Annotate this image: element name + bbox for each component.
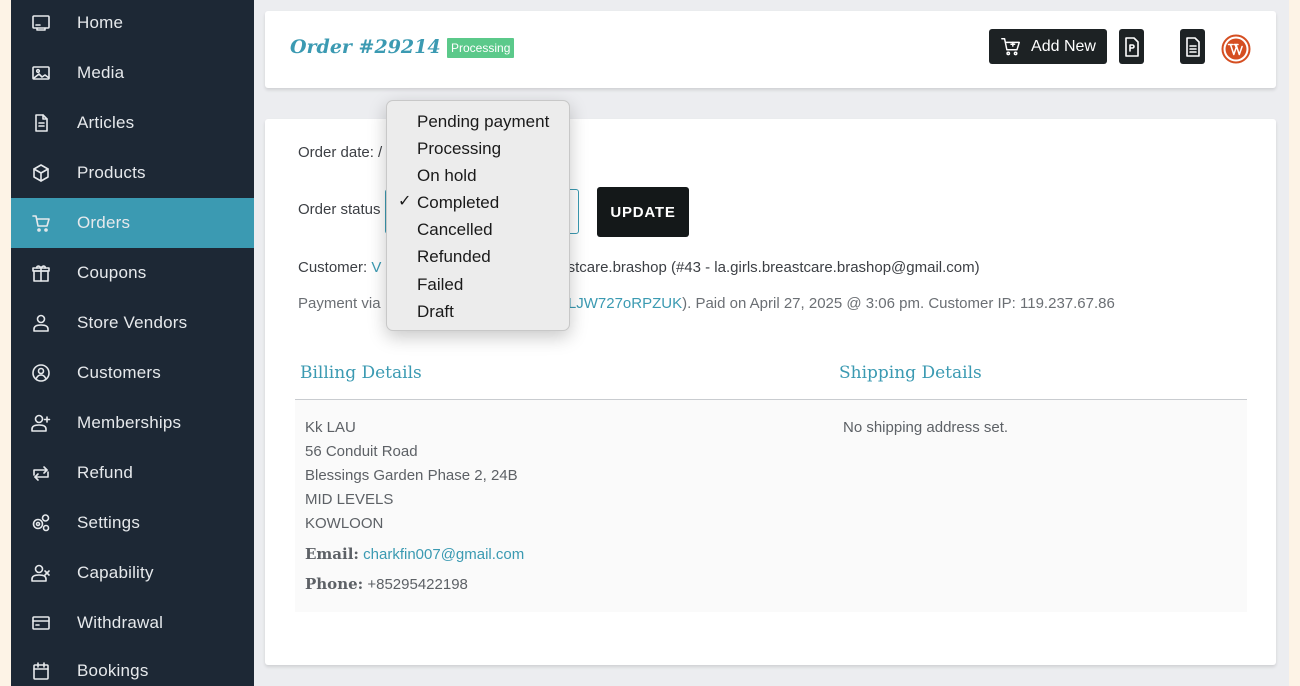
sidebar-item-capability[interactable]: Capability (11, 548, 254, 598)
sidebar-item-label: Articles (77, 113, 135, 132)
update-button[interactable]: UPDATE (597, 187, 689, 237)
document-icon (31, 113, 51, 133)
sidebar-item-label: Withdrawal (77, 613, 164, 632)
sidebar: Home Media Articles Products Orders Coup… (11, 0, 254, 686)
billing-email: Email: charkfin007@gmail.com (305, 545, 524, 563)
user-plus-icon (31, 413, 51, 433)
sidebar-item-bookings[interactable]: Bookings (11, 646, 254, 686)
status-option-failed[interactable]: Failed (417, 271, 463, 298)
sidebar-item-articles[interactable]: Articles (11, 98, 254, 148)
user-icon (31, 313, 51, 333)
cart-icon (31, 213, 51, 233)
sidebar-item-memberships[interactable]: Memberships (11, 398, 254, 448)
status-option-on-hold[interactable]: On hold (417, 162, 477, 189)
status-option-pending-payment[interactable]: Pending payment (417, 108, 549, 135)
sidebar-item-label: Products (77, 163, 146, 182)
add-new-button[interactable]: Add New (989, 29, 1107, 64)
billing-phone: Phone: +85295422198 (305, 575, 468, 593)
order-header: Order #29214 Processing Add New (265, 11, 1276, 88)
cart-icon (1001, 37, 1021, 55)
app-frame: Home Media Articles Products Orders Coup… (11, 0, 1289, 686)
add-new-label: Add New (1031, 37, 1096, 55)
billing-address-line: KOWLOON (305, 515, 384, 532)
sidebar-item-settings[interactable]: Settings (11, 498, 254, 548)
sidebar-item-orders[interactable]: Orders (11, 198, 254, 248)
billing-name: Kk LAU (305, 419, 356, 436)
sidebar-item-label: Orders (77, 213, 131, 232)
user-circle-icon (31, 363, 51, 383)
sidebar-item-label: Store Vendors (77, 313, 188, 332)
billing-address-line: 56 Conduit Road (305, 443, 418, 460)
sidebar-item-label: Capability (77, 563, 154, 582)
sidebar-item-label: Media (77, 63, 125, 82)
sidebar-item-label: Memberships (77, 413, 182, 432)
status-option-completed[interactable]: Completed (417, 189, 499, 216)
order-date-label: Order date: / (298, 144, 383, 161)
sidebar-item-withdrawal[interactable]: Withdrawal (11, 598, 254, 648)
status-option-cancelled[interactable]: Cancelled (417, 216, 493, 243)
email-label: Email: (305, 545, 359, 563)
customer-prefix: Customer: (298, 259, 372, 276)
email-link[interactable]: charkfin007@gmail.com (363, 546, 524, 563)
sidebar-item-label: Refund (77, 463, 134, 482)
monitor-icon (31, 13, 51, 33)
phone-value: +85295422198 (367, 576, 468, 593)
sidebar-item-label: Home (77, 13, 124, 32)
refund-arrows-icon (31, 463, 51, 483)
shipping-details-title: Shipping Details (839, 363, 982, 383)
order-status-dropdown: Pending payment Processing On hold ✓ Com… (386, 100, 570, 331)
image-icon (31, 63, 51, 83)
sidebar-item-label: Bookings (77, 661, 149, 680)
order-status-label: Order status (298, 201, 381, 218)
status-badge: Processing (447, 38, 515, 58)
phone-label: Phone: (305, 575, 364, 593)
billing-address-line: Blessings Garden Phase 2, 24B (305, 467, 518, 484)
sidebar-item-products[interactable]: Products (11, 148, 254, 198)
gears-icon (31, 513, 51, 533)
sidebar-item-label: Coupons (77, 263, 147, 282)
user-x-icon (31, 563, 51, 583)
credit-card-icon (31, 613, 51, 633)
pdf-invoice-button[interactable] (1119, 29, 1144, 64)
gift-icon (31, 263, 51, 283)
customer-link[interactable]: V (371, 259, 381, 276)
pdf-document-icon (1124, 36, 1139, 57)
payment-details: ). Paid on April 27, 2025 @ 3:06 pm. Cus… (682, 295, 1115, 312)
sidebar-item-home[interactable]: Home (11, 0, 254, 48)
packing-slip-button[interactable] (1180, 29, 1205, 64)
shipping-empty-text: No shipping address set. (843, 419, 1009, 436)
sidebar-item-label: Settings (77, 513, 141, 532)
sidebar-item-coupons[interactable]: Coupons (11, 248, 254, 298)
sidebar-item-store-vendors[interactable]: Store Vendors (11, 298, 254, 348)
billing-address-line: MID LEVELS (305, 491, 394, 508)
status-option-processing[interactable]: Processing (417, 135, 501, 162)
sidebar-item-media[interactable]: Media (11, 48, 254, 98)
wordpress-icon[interactable] (1221, 34, 1251, 64)
sidebar-item-refund[interactable]: Refund (11, 448, 254, 498)
page-title: Order #29214 (290, 36, 441, 58)
payment-prefix: Payment via (298, 295, 381, 312)
calendar-icon (31, 661, 51, 681)
sidebar-item-customers[interactable]: Customers (11, 348, 254, 398)
status-option-draft[interactable]: Draft (417, 298, 454, 325)
sidebar-item-label: Customers (77, 363, 161, 382)
status-option-refunded[interactable]: Refunded (417, 243, 491, 270)
cube-icon (31, 163, 51, 183)
checkmark-icon: ✓ (398, 193, 412, 210)
customer-details: .breastcare.brashop (#43 - la.girls.brea… (533, 259, 980, 276)
document-icon (1185, 36, 1200, 57)
billing-details-title: Billing Details (300, 363, 422, 383)
